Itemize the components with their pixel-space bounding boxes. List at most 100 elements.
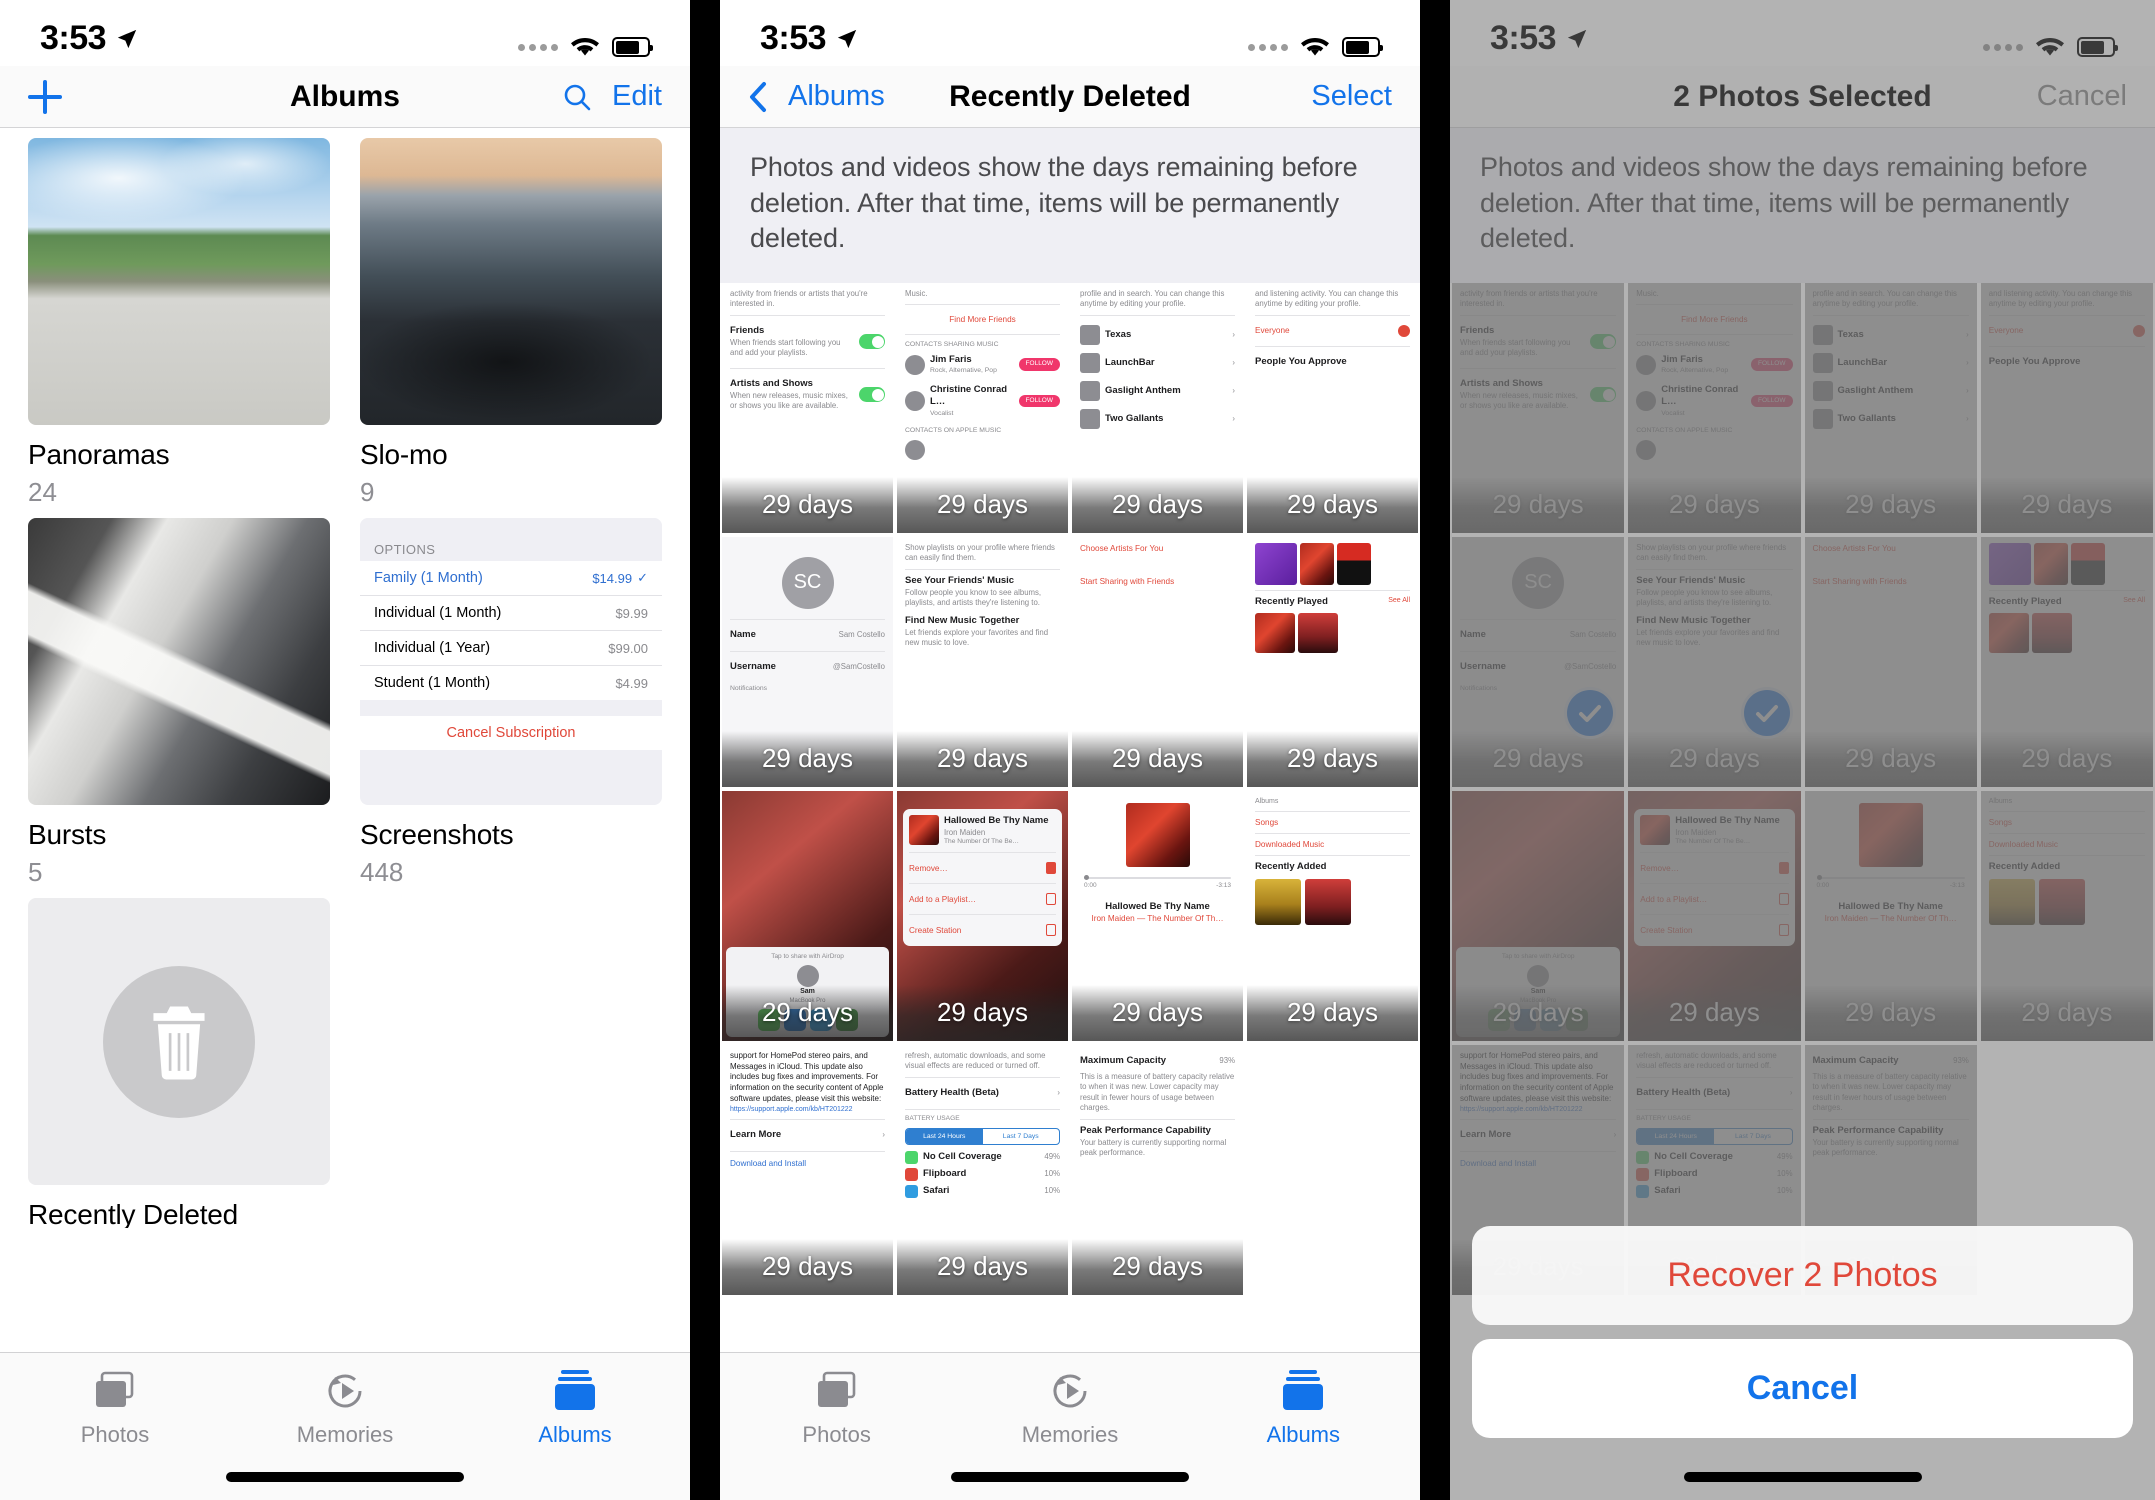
deleted-photo-cell[interactable]: Choose Artists For You Start Sharing wit… xyxy=(1072,536,1243,787)
location-arrow-icon xyxy=(116,28,138,50)
deleted-photo-cell[interactable]: and listening activity. You can change t… xyxy=(1247,282,1418,533)
days-remaining-label: 29 days xyxy=(1628,476,1801,533)
tab-memories[interactable]: Memories xyxy=(953,1368,1186,1448)
days-remaining-label: 29 days xyxy=(897,730,1068,787)
album-cell-bursts[interactable]: Bursts 5 xyxy=(28,518,330,888)
album-cell-slomo[interactable]: Slo-mo 9 xyxy=(360,138,662,508)
deleted-photo-cell[interactable]: and listening activity. You can change t… xyxy=(1980,282,2153,533)
chevron-left-icon[interactable] xyxy=(748,81,768,113)
album-title: Panoramas xyxy=(28,439,170,470)
days-remaining-label: 29 days xyxy=(1072,1238,1243,1295)
phone-screen-selection: 3:53 2 Photos Selected Cancel Photos and… xyxy=(1450,0,2155,1500)
select-button[interactable]: Select xyxy=(1311,80,1392,113)
battery-icon xyxy=(2077,37,2118,57)
deleted-photo-cell[interactable]: Albums Songs Downloaded Music Recently A… xyxy=(1980,790,2153,1041)
search-icon[interactable] xyxy=(562,82,592,112)
deleted-photo-cell[interactable]: Hallowed Be Thy Name Iron Maiden The Numbe… xyxy=(897,790,1068,1041)
nav-right-group: Select xyxy=(1311,80,1392,113)
days-remaining-label: 29 days xyxy=(722,730,893,787)
deleted-photo-cell[interactable]: refresh, automatic downloads, and some v… xyxy=(897,1044,1068,1295)
recently-deleted-grid-selectable: activity from friends or artists that yo… xyxy=(1450,282,2155,1295)
deleted-photo-cell[interactable]: profile and in search. You can change th… xyxy=(1072,282,1243,533)
deleted-photo-cell[interactable]: Tap to share with AirDrop Sam MacBook Pr… xyxy=(1452,790,1625,1041)
album-cell-screenshots[interactable]: OPTIONS Family (1 Month) $14.99 ✓ Individ… xyxy=(360,518,662,888)
deleted-photo-cell[interactable]: profile and in search. You can change th… xyxy=(1804,282,1977,533)
tab-albums[interactable]: Albums xyxy=(1187,1368,1420,1448)
nav-right-group: Cancel xyxy=(2037,80,2127,113)
phone-screen-recently-deleted: 3:53 Albums Recently Deleted Select Phot… xyxy=(720,0,1420,1500)
location-arrow-icon xyxy=(1566,28,1588,50)
status-bar: 3:53 xyxy=(1450,0,2155,66)
days-remaining-label: 29 days xyxy=(722,984,893,1041)
deleted-photo-cell[interactable]: activity from friends or artists that yo… xyxy=(1452,282,1625,533)
days-remaining-label: 29 days xyxy=(1804,476,1977,533)
phone-screen-albums: 3:53 Albums Edit Panoramas 24 Slo-mo 9 B… xyxy=(0,0,690,1500)
album-count: 5 xyxy=(28,857,43,887)
deleted-photo-cell[interactable]: 0:00 -3:13 Hallowed Be Thy Name Iron Maid… xyxy=(1804,790,1977,1041)
deleted-photo-cell[interactable]: Tap to share with AirDrop Sam MacBook Pr… xyxy=(722,790,893,1041)
deleted-photo-cell[interactable]: Hallowed Be Thy Name Iron Maiden The Numbe… xyxy=(1628,790,1801,1041)
album-count: 448 xyxy=(360,857,404,887)
selected-checkmark-icon xyxy=(1740,686,1793,739)
cancel-selection-button[interactable]: Cancel xyxy=(2037,80,2127,113)
tab-photos[interactable]: Photos xyxy=(0,1368,230,1448)
album-count: 24 xyxy=(28,477,57,507)
days-remaining-label: 29 days xyxy=(897,476,1068,533)
deleted-photo-cell[interactable]: Show playlists on your profile where fri… xyxy=(897,536,1068,787)
subscription-row: Individual (1 Month) $9.99 xyxy=(360,595,662,630)
trash-icon xyxy=(153,1005,205,1079)
tab-photos[interactable]: Photos xyxy=(720,1368,953,1448)
deleted-photo-cell[interactable]: SC Name Sam Costello Username @SamCostello… xyxy=(1452,536,1625,787)
deleted-photo-cell[interactable]: support for HomePod stereo pairs, and Me… xyxy=(722,1044,893,1295)
status-bar-right xyxy=(1248,36,1383,58)
deleted-photo-cell[interactable]: Music. Find More Friends CONTACTS SHARIN… xyxy=(1628,282,1801,533)
status-time: 3:53 xyxy=(760,19,827,57)
back-button-label[interactable]: Albums xyxy=(788,80,885,113)
deleted-photo-cell[interactable]: Choose Artists For You Start Sharing wit… xyxy=(1804,536,1977,787)
status-bar-right xyxy=(518,36,653,58)
tab-memories[interactable]: Memories xyxy=(230,1368,460,1448)
album-cell-recently-deleted[interactable]: Recently Deleted 15 xyxy=(28,898,330,1228)
recover-photos-button[interactable]: Recover 2 Photos xyxy=(1472,1226,2133,1325)
subscription-label: Individual (1 Year) xyxy=(374,640,491,656)
tab-albums[interactable]: Albums xyxy=(460,1368,690,1448)
subscription-price: $14.99 ✓ xyxy=(592,570,648,586)
album-cell-panoramas[interactable]: Panoramas 24 xyxy=(28,138,330,508)
album-thumbnail-screenshots: OPTIONS Family (1 Month) $14.99 ✓ Individ… xyxy=(360,518,662,805)
days-remaining-label: 29 days xyxy=(1072,984,1243,1041)
days-remaining-label: 29 days xyxy=(1452,476,1625,533)
nav-right-group: Edit xyxy=(562,80,662,113)
deleted-photo-cell[interactable]: Recently Played See All 29 days xyxy=(1247,536,1418,787)
photos-icon xyxy=(814,1368,860,1414)
battery-icon xyxy=(612,37,653,57)
edit-button[interactable]: Edit xyxy=(612,80,662,113)
subscription-row: Family (1 Month) $14.99 ✓ xyxy=(360,561,662,595)
selection-nav-bar: 2 Photos Selected Cancel xyxy=(1450,66,2155,128)
home-indicator xyxy=(1683,1472,1922,1482)
deleted-photo-cell[interactable]: Maximum Capacity 93% This is a measure of… xyxy=(1072,1044,1243,1295)
tab-bar: Photos Memories Albums xyxy=(720,1352,1420,1500)
albums-scroll-area[interactable]: Panoramas 24 Slo-mo 9 Bursts 5 OPTIONS F… xyxy=(0,128,690,1228)
deleted-photo-cell[interactable]: SC Name Sam Costello Username @SamCostello… xyxy=(722,536,893,787)
days-remaining-label: 29 days xyxy=(1804,730,1977,787)
deleted-photo-cell[interactable]: Show playlists on your profile where fri… xyxy=(1628,536,1801,787)
add-album-button[interactable] xyxy=(28,79,62,114)
nav-left-group xyxy=(28,79,62,114)
deleted-photo-cell[interactable]: Music. Find More Friends CONTACTS SHARIN… xyxy=(897,282,1068,533)
deleted-photo-cell[interactable]: 0:00 -3:13 Hallowed Be Thy Name Iron Maid… xyxy=(1072,790,1243,1041)
wifi-icon xyxy=(1300,36,1330,58)
subscription-label: Family (1 Month) xyxy=(374,570,483,586)
album-thumbnail-recently-deleted xyxy=(28,898,330,1185)
deleted-photo-cell[interactable]: activity from friends or artists that yo… xyxy=(722,282,893,533)
subscription-label: Individual (1 Month) xyxy=(374,605,502,621)
days-remaining-label: 29 days xyxy=(1072,476,1243,533)
tab-list: Photos Memories Albums xyxy=(720,1353,1420,1463)
deleted-photo-cell[interactable]: Recently Played See All 29 days xyxy=(1980,536,2153,787)
cancel-button[interactable]: Cancel xyxy=(1472,1339,2133,1438)
status-bar-left: 3:53 xyxy=(40,19,138,58)
tab-label: Photos xyxy=(80,1422,150,1447)
nav-left-group[interactable]: Albums xyxy=(748,80,885,113)
wifi-icon xyxy=(2035,36,2065,58)
deleted-photo-cell[interactable]: Albums Songs Downloaded Music Recently A… xyxy=(1247,790,1418,1041)
memories-icon xyxy=(322,1368,368,1414)
